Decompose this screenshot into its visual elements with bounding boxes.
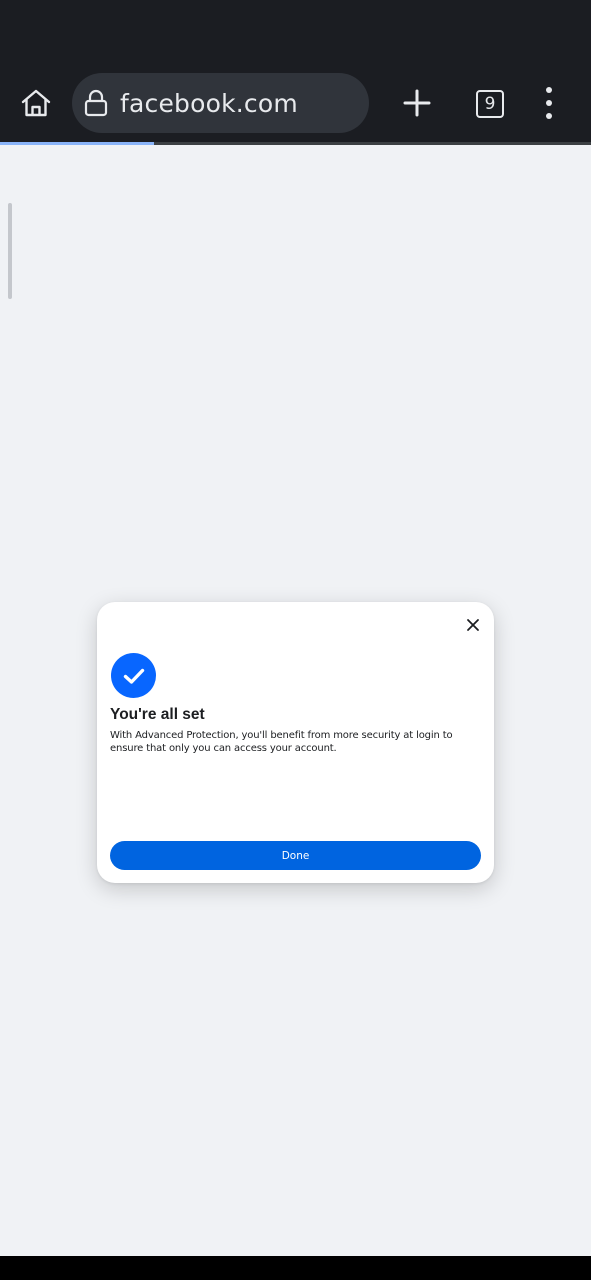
status-bar	[0, 0, 591, 62]
tab-switcher-button[interactable]: 9	[476, 90, 504, 118]
check-icon	[123, 668, 144, 684]
browser-toolbar: facebook.com 9	[0, 62, 591, 142]
done-button[interactable]: Done	[110, 841, 481, 870]
dialog-title: You're all set	[110, 706, 205, 723]
home-icon	[21, 89, 51, 117]
system-navigation-bar	[0, 1256, 591, 1280]
progress-fill	[0, 142, 154, 145]
dialog-description: With Advanced Protection, you'll benefit…	[110, 730, 453, 754]
more-vertical-icon[interactable]	[535, 87, 563, 119]
url-text: facebook.com	[120, 88, 298, 118]
lock-icon	[84, 89, 108, 117]
success-badge	[111, 653, 156, 698]
confirmation-dialog: You're all set With Advanced Protection,…	[97, 602, 494, 883]
plus-icon	[403, 89, 431, 117]
close-icon	[467, 619, 479, 631]
page-load-progress	[0, 142, 591, 145]
address-bar[interactable]: facebook.com	[72, 73, 369, 133]
home-button[interactable]	[14, 82, 58, 124]
close-button[interactable]	[462, 614, 484, 636]
new-tab-button[interactable]	[400, 86, 434, 120]
scrollbar[interactable]	[8, 203, 12, 299]
